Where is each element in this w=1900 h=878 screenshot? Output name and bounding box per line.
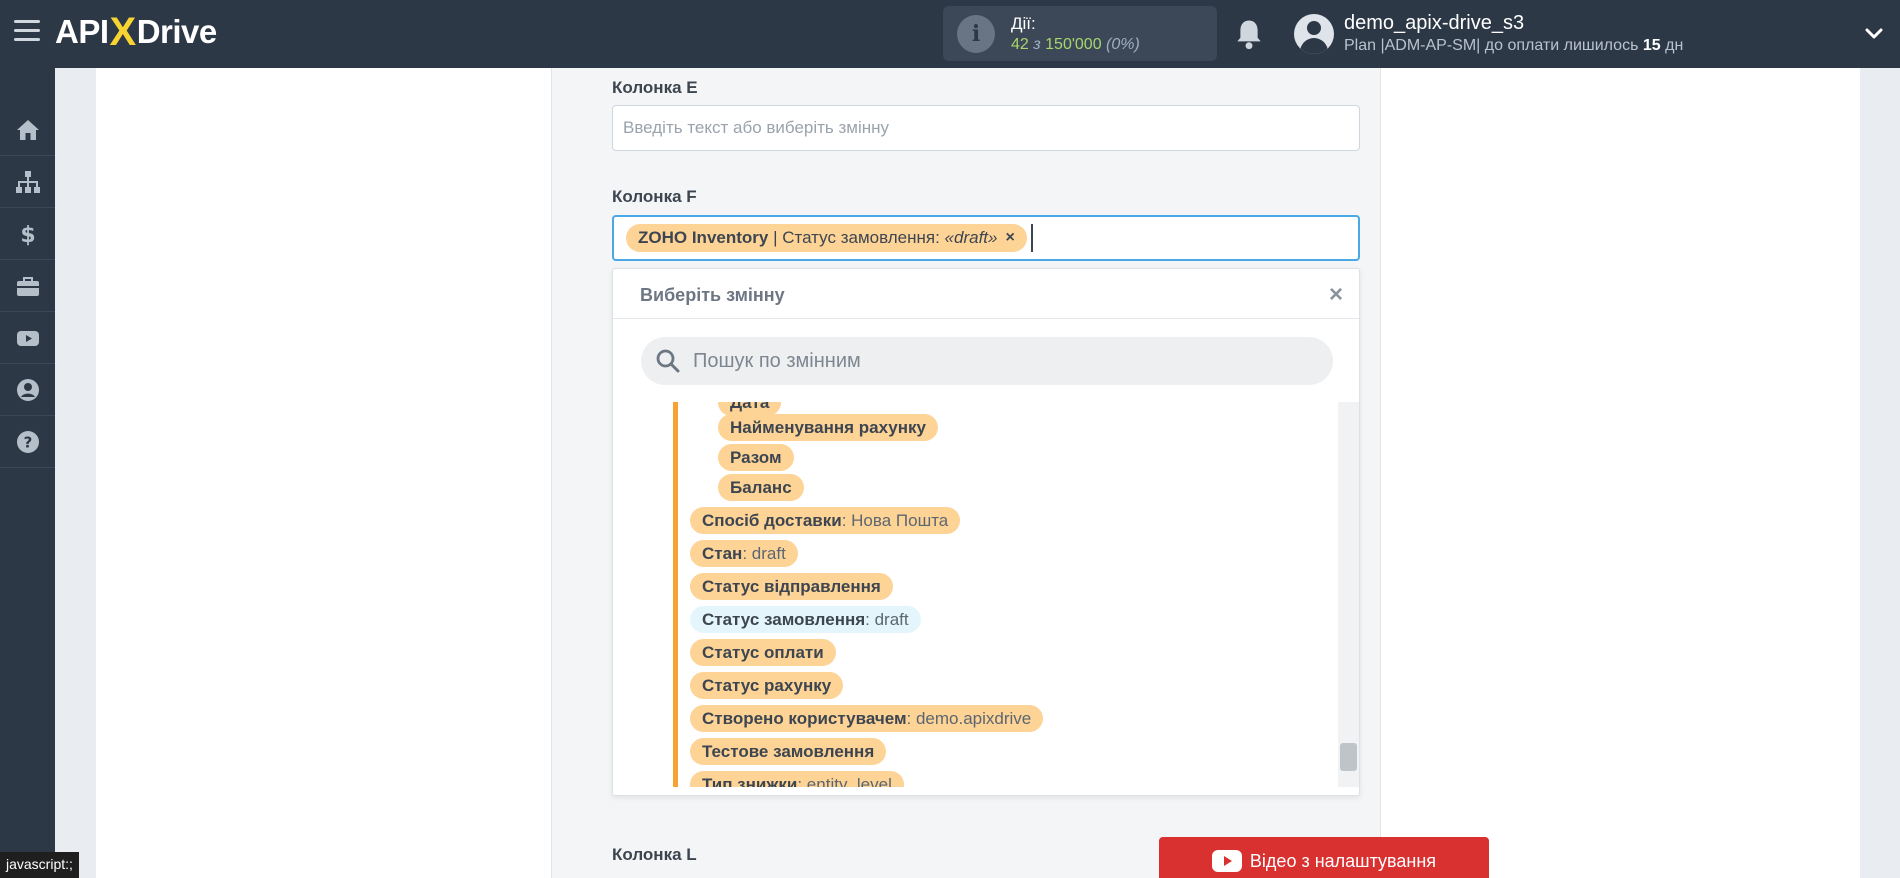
svg-text:?: ? — [23, 433, 32, 451]
variable-search-input[interactable] — [693, 349, 1293, 373]
user-name[interactable]: demo_apix-drive_s3 — [1344, 12, 1524, 35]
variable-tag[interactable]: ZOHO Inventory | Статус замовлення: «dra… — [626, 224, 1027, 252]
dollar-icon: $ — [20, 223, 35, 247]
tag-remove-icon[interactable]: × — [1005, 229, 1014, 247]
sidebar-item-services[interactable] — [0, 260, 55, 312]
youtube-icon — [1211, 850, 1242, 872]
variable-item[interactable]: Тип знижки: entity_level — [690, 771, 904, 787]
dropdown-scrollbar[interactable] — [1338, 402, 1359, 787]
col-e-label: Колонка E — [612, 78, 698, 97]
home-icon — [16, 119, 39, 140]
variable-list: Дата Найменування рахунку Разом Баланс С… — [613, 402, 1359, 787]
variable-item[interactable]: Статус оплати — [690, 639, 836, 666]
sidebar-item-help[interactable]: ? — [0, 416, 55, 468]
info-icon: i — [957, 14, 995, 53]
help-icon: ? — [16, 430, 39, 453]
top-bar: API X Drive i Дії: 42 з 150'000 (0%) demo_… — [0, 0, 1900, 68]
bell-icon[interactable] — [1234, 18, 1264, 50]
search-icon — [656, 349, 680, 373]
youtube-icon — [16, 330, 39, 346]
apix-drive-logo[interactable]: API X Drive — [55, 10, 217, 54]
variable-item[interactable]: Статус рахунку — [690, 672, 844, 699]
sidebar-item-connections[interactable] — [0, 156, 55, 208]
user-icon — [16, 378, 39, 401]
col-f-input[interactable]: ZOHO Inventory | Статус замовлення: «dra… — [612, 215, 1360, 261]
sidebar-item-home[interactable] — [0, 104, 55, 156]
sidebar-item-billing[interactable]: $ — [0, 208, 55, 260]
user-plan: Plan |ADM-AP-SM| до оплати лишилось 15 д… — [1344, 37, 1684, 54]
actions-label: Дії: — [1011, 13, 1036, 33]
sitemap-icon — [15, 170, 40, 193]
svg-text:$: $ — [20, 223, 35, 247]
sidebar-item-video[interactable] — [0, 312, 55, 364]
variable-dropdown: Виберіть змінну × Дата Найменування раху… — [612, 268, 1360, 796]
avatar[interactable] — [1294, 14, 1334, 54]
variable-item[interactable]: Статус відправлення — [690, 573, 893, 600]
status-bar-tooltip: javascript:; — [0, 852, 79, 878]
dropdown-close-icon[interactable]: × — [1329, 281, 1343, 309]
variable-item[interactable]: Разом — [718, 444, 794, 471]
dropdown-scrollbar-thumb[interactable] — [1340, 743, 1357, 771]
variable-search-box[interactable] — [641, 337, 1333, 385]
variable-item[interactable]: Створено користувачем: demo.apixdrive — [690, 705, 1044, 732]
variable-item-selected[interactable]: Статус замовлення: draft — [690, 606, 921, 633]
variable-item[interactable]: Найменування рахунку — [718, 414, 938, 441]
dropdown-title: Виберіть змінну — [640, 285, 785, 305]
video-tutorial-button[interactable]: Відео з налаштування — [1159, 837, 1489, 878]
sidebar: $ ? — [0, 68, 55, 878]
chevron-down-icon[interactable] — [1864, 24, 1884, 44]
variable-item[interactable]: Стан: draft — [690, 540, 798, 567]
dropdown-header: Виберіть змінну × — [613, 269, 1359, 319]
variable-item[interactable]: Спосіб доставки: Нова Пошта — [690, 507, 961, 534]
variable-item[interactable]: Тестове замовлення — [690, 738, 887, 765]
col-e-input[interactable] — [612, 105, 1360, 151]
actions-value: 42 з 150'000 (0%) — [1011, 35, 1140, 53]
hamburger-menu-icon[interactable] — [14, 20, 40, 42]
col-f-label: Колонка F — [612, 187, 697, 206]
text-caret — [1030, 224, 1033, 252]
actions-counter: i Дії: 42 з 150'000 (0%) — [943, 6, 1217, 61]
sidebar-item-profile[interactable] — [0, 364, 55, 416]
col-l-label: Колонка L — [612, 845, 697, 864]
briefcase-icon — [16, 276, 39, 296]
tree-line — [673, 402, 678, 787]
variable-item[interactable]: Баланс — [718, 474, 804, 501]
